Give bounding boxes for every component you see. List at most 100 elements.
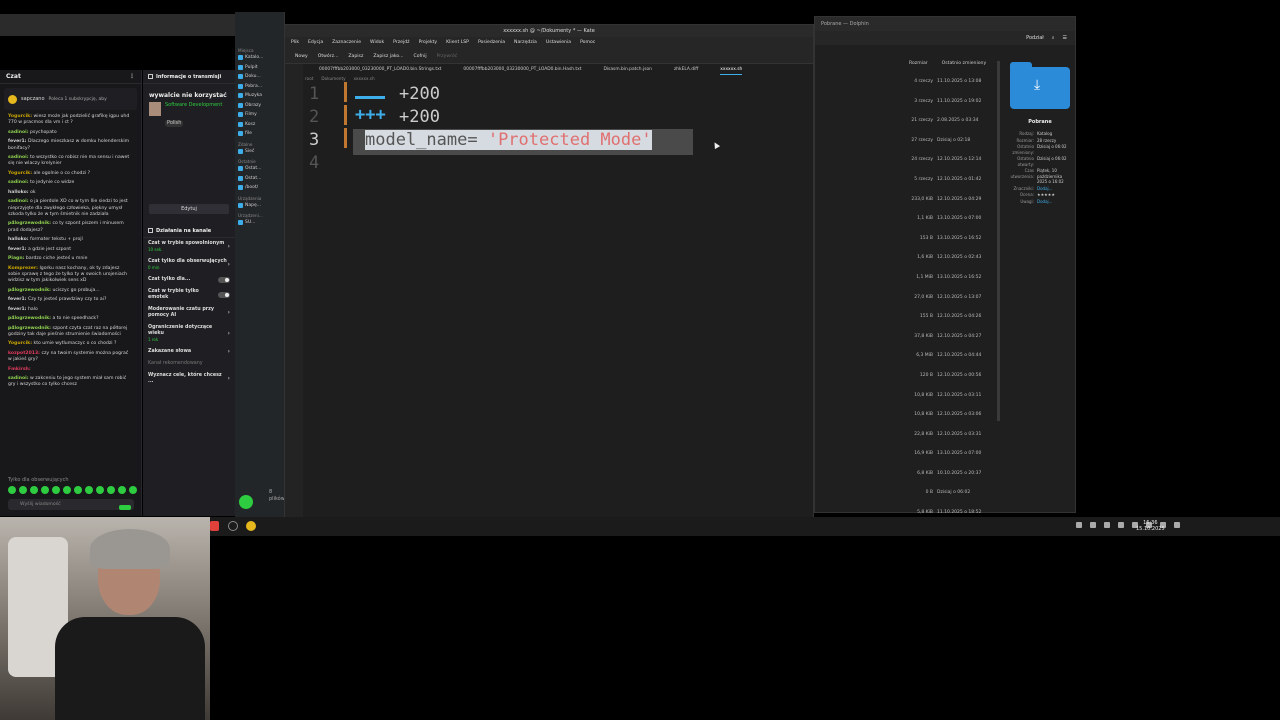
document-tab[interactable]: zhkELA.diff [674,65,698,75]
place-item[interactable]: Muzyka [235,91,284,101]
place-item[interactable]: SU... [235,218,284,228]
toolbar-button[interactable]: Cofnij [414,49,427,63]
toolbar-button[interactable]: Zapisz jako... [373,49,403,63]
menu-item[interactable]: Projekty [419,37,438,49]
file-row[interactable]: 155 B 12.10.2025 o 04:26 [899,314,999,334]
chat-username[interactable]: sadinoi: [8,130,29,135]
chat-username[interactable]: sadinoi: [8,155,29,160]
file-row[interactable]: 6,3 MiB 12.10.2025 o 04:44 [899,353,999,373]
app-icon[interactable] [246,521,256,531]
toolbar-button[interactable]: Nowy [295,49,308,63]
toolbar-button[interactable]: Przywróć [437,49,458,63]
action-item[interactable]: Czat tylko dla... [143,274,235,286]
code-editor[interactable]: 1 2 3 4 +++ +200 +200 model_name= 'Prote… [303,82,813,517]
menu-item[interactable]: Plik [291,37,299,49]
place-item[interactable]: Pulpit [235,63,284,73]
meta-value[interactable]: Dodaj... [1037,199,1067,205]
menu-item[interactable]: Edycja [308,37,323,49]
file-row[interactable]: 16,9 KiB 13.10.2025 o 07:00 [899,451,999,471]
action-item[interactable]: Wyznacz cele, które chcesz ... › [143,370,235,388]
chat-username[interactable]: p4logrzewodnik: [8,316,51,321]
document-tab[interactable]: xxxxxx.sh [720,65,743,75]
pinned-message[interactable]: sapczano Poleca 1 subskrypcję, aby [4,88,137,110]
action-item[interactable]: Ograniczenie dotyczące wieku 1 rok › [143,322,235,346]
file-row[interactable]: 1,1 KiB 13.10.2025 o 07:00 [899,216,999,236]
file-row[interactable]: 24 rzeczy 12.10.2025 o 12:14 [899,157,999,177]
file-row[interactable]: 0 B Dzisiaj o 06:02 [899,490,999,510]
edit-button[interactable]: Edytuj [149,204,229,214]
file-row[interactable]: 27 rzeczy Dzisiaj o 02:18 [899,138,999,158]
place-item[interactable]: Katalo... [235,53,284,63]
place-item[interactable]: Ostat... [235,164,284,174]
chat-username[interactable]: Komprezer: [8,266,38,271]
file-row[interactable]: 37,8 KiB 12.10.2025 o 04:27 [899,334,999,354]
chat-username[interactable]: sadinoi: [8,199,29,204]
toolbar-button[interactable]: Zapisz [348,49,363,63]
emote-icon[interactable] [30,486,38,494]
menu-item[interactable]: Widok [370,37,384,49]
action-item[interactable]: Czat tylko dla obserwujących 0 min › [143,256,235,274]
place-item[interactable]: Filmy [235,110,284,120]
category-link[interactable]: Software Development [165,102,222,109]
chat-username[interactable]: halloko: [8,190,29,195]
tray-icon[interactable] [1104,522,1110,528]
chat-username[interactable]: Piagn: [8,256,24,261]
chat-username[interactable]: fever1: [8,139,27,144]
file-row[interactable]: 22,8 KiB 12.10.2025 o 03:31 [899,432,999,452]
settings-icon[interactable] [228,521,238,531]
emote-icon[interactable] [85,486,93,494]
document-tab[interactable]: 00007fffbb203000_03230000_PT_LOAD0.bin.H… [463,65,581,75]
emote-icon[interactable] [63,486,71,494]
emote-icon[interactable] [19,486,27,494]
file-row[interactable]: 233,0 KiB 12.10.2025 o 04:29 [899,197,999,217]
emote-icon[interactable] [8,486,16,494]
menu-item[interactable]: Ustawienia [546,37,571,49]
chat-username[interactable]: Yogurcik: [8,114,32,119]
menu-item[interactable]: Posiedzenia [478,37,505,49]
chat-username[interactable]: fever1: [8,307,27,312]
emote-bar[interactable] [8,486,137,494]
action-item[interactable]: Moderowanie czatu przy pomocy AI › [143,304,235,322]
place-item[interactable]: Doku... [235,72,284,82]
chat-username[interactable]: Yogurcik: [8,171,32,176]
place-item[interactable]: Pobra... [235,82,284,92]
tag-badge[interactable]: Polish [165,120,184,127]
emote-icon[interactable] [118,486,126,494]
file-row[interactable]: 6,8 KiB 10.10.2025 o 20:37 [899,471,999,491]
chat-username[interactable]: p4logrzewodnik: [8,221,51,226]
menu-icon[interactable]: ☰ [1063,31,1067,45]
breadcrumb-item[interactable]: Dokumenty [321,76,345,81]
action-item[interactable]: Czat w trybie tylko emotek [143,286,235,304]
send-button[interactable] [119,505,131,510]
brave-icon[interactable] [210,521,219,531]
place-item[interactable]: /boot/ [235,183,284,193]
file-row[interactable]: 21 rzeczy 2.08.2025 o 03:34 [899,118,999,138]
file-row[interactable]: 153 B 13.10.2025 o 16:52 [899,236,999,256]
emote-icon[interactable] [41,486,49,494]
emote-icon[interactable] [107,486,115,494]
toggle-switch[interactable] [218,277,230,283]
column-size[interactable]: Rozmiar [909,61,928,66]
menu-item[interactable]: Klient LSP [446,37,469,49]
tray-icon[interactable] [1174,522,1180,528]
chat-username[interactable]: sadinoi: [8,180,29,185]
file-row[interactable]: 4 rzeczy 11.10.2025 o 13:08 [899,79,999,99]
split-button[interactable]: Podział [1026,31,1044,45]
chat-username[interactable]: p4logrzewodnik: [8,326,51,331]
place-item[interactable]: Obrazy [235,101,284,111]
document-tab[interactable]: 00007fffbb203000_03230000_PT_LOAD0.bin.S… [319,65,441,75]
place-item[interactable]: Ostat... [235,174,284,184]
place-item[interactable]: file [235,129,284,139]
toggle-switch[interactable] [218,292,230,298]
chat-username[interactable]: Yogurcik: [8,341,32,346]
tray-icon[interactable] [1076,522,1082,528]
chat-username[interactable]: sadinoi: [8,376,29,381]
file-row[interactable]: 1,1 MiB 13.10.2025 o 16:52 [899,275,999,295]
emote-icon[interactable] [74,486,82,494]
file-row[interactable]: 120 B 12.10.2025 o 00:56 [899,373,999,393]
action-item[interactable]: Zakazane słowa › [143,346,235,358]
emote-icon[interactable] [96,486,104,494]
meta-value[interactable]: Dodaj... [1037,186,1067,192]
file-row[interactable]: 1,6 KiB 12.10.2025 o 02:43 [899,255,999,275]
column-modified[interactable]: Ostatnio zmieniony [942,61,987,66]
